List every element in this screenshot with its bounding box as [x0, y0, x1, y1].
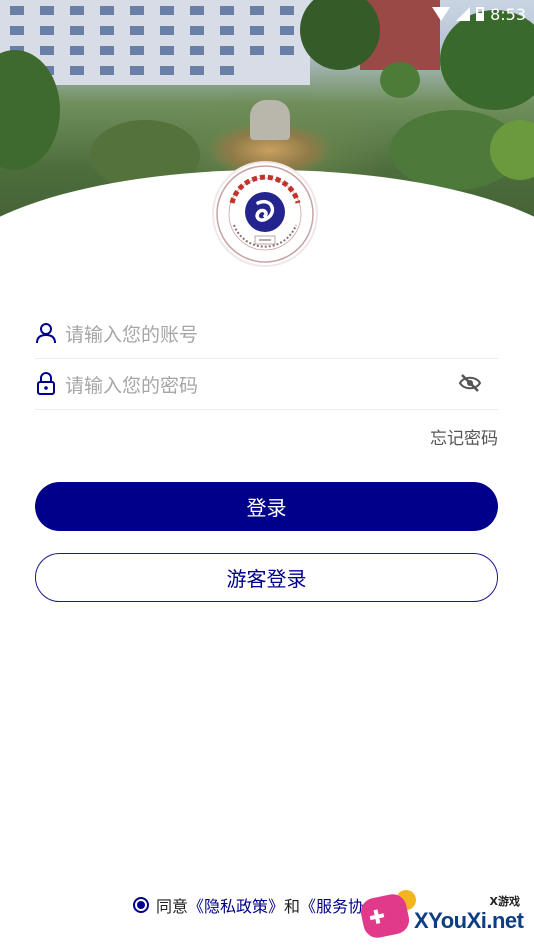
status-bar: 8:53	[432, 3, 526, 25]
eye-off-icon[interactable]	[458, 373, 482, 397]
status-time: 8:53	[490, 4, 526, 24]
signal-icon	[456, 7, 471, 21]
account-input[interactable]: 请输入您的账号	[65, 320, 198, 347]
login-button[interactable]: 登录	[35, 482, 498, 531]
user-icon	[35, 321, 57, 345]
forgot-password-link[interactable]: 忘记密码	[430, 424, 498, 449]
agree-prefix: 同意	[156, 897, 189, 916]
watermark: X游戏 XYouXi.net	[358, 888, 534, 950]
account-field[interactable]: 请输入您的账号	[35, 308, 498, 359]
password-input[interactable]: 请输入您的密码	[65, 371, 198, 398]
battery-icon	[476, 7, 485, 21]
college-logo	[214, 163, 316, 265]
gamepad-icon	[358, 891, 412, 941]
agree-and: 和	[284, 897, 301, 916]
agreement-line: 同意 《隐私政策》 和 《服务协	[133, 894, 364, 916]
agree-radio[interactable]	[133, 897, 149, 913]
password-field[interactable]: 请输入您的密码	[35, 359, 498, 410]
privacy-policy-link[interactable]: 《隐私政策》	[188, 893, 284, 917]
fountain	[250, 100, 290, 140]
service-agreement-link[interactable]: 《服务协	[300, 893, 364, 917]
guest-login-button[interactable]: 游客登录	[35, 553, 498, 602]
watermark-tag: X游戏	[489, 895, 520, 908]
lock-icon	[35, 372, 57, 396]
watermark-text: XYouXi.net	[414, 908, 524, 933]
wifi-icon	[432, 7, 451, 21]
